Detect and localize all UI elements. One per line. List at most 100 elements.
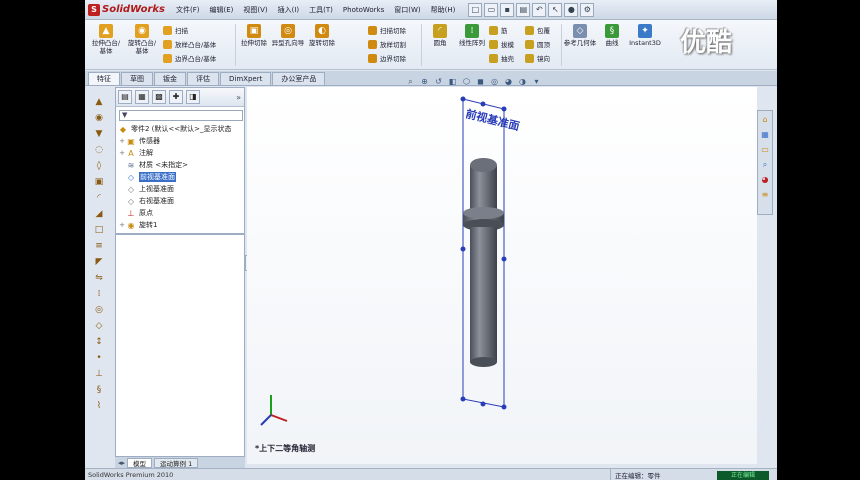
graphics-viewport[interactable]: 前视基准面 *上下二等角轴测	[247, 87, 757, 464]
tree-item-origin[interactable]: ⊥ 原点	[118, 207, 244, 219]
file-explorer-icon[interactable]: ▭	[759, 144, 771, 156]
edit-appearance-icon[interactable]: ◕	[503, 76, 514, 87]
shell-button[interactable]: 抽壳	[489, 52, 514, 64]
property-manager-tab-icon[interactable]: ▦	[135, 90, 149, 104]
undo-icon[interactable]: ↶	[532, 2, 547, 17]
rib-button[interactable]: 筋	[489, 24, 508, 36]
menu-file[interactable]: 文件(F)	[171, 0, 205, 20]
reference-geometry-button[interactable]: ◇ 参考几何体	[563, 24, 597, 47]
display-style-icon[interactable]: ◼	[475, 76, 486, 87]
sweep-button[interactable]: 扫描	[163, 24, 188, 36]
extrude-cut-button[interactable]: ▣ 拉伸切除	[237, 24, 271, 47]
tool-plane-icon[interactable]: ◇	[92, 319, 106, 333]
revolve-boss-button[interactable]: ◉ 旋转凸台/基体	[125, 24, 159, 55]
zoom-to-fit-icon[interactable]: ⌕	[405, 76, 416, 87]
extrude-boss-button[interactable]: ▲ 拉伸凸台/基体	[89, 24, 123, 55]
appearances-icon[interactable]: ◕	[759, 174, 771, 186]
dome-button[interactable]: 圆顶	[525, 38, 550, 50]
tool-draft-icon[interactable]: ◤	[92, 255, 106, 269]
tree-item-annotations[interactable]: + A 注解	[118, 147, 244, 159]
panel-expand-icon[interactable]: »	[236, 93, 241, 102]
tab-sheet-metal[interactable]: 钣金	[154, 72, 186, 85]
instant3d-button[interactable]: ✦ Instant3D	[625, 24, 665, 47]
mirror-button[interactable]: 镜向	[525, 52, 550, 64]
zoom-area-icon[interactable]: ⊕	[419, 76, 430, 87]
tool-hole-icon[interactable]: ◎	[92, 303, 106, 317]
boundary-cut-button[interactable]: 边界切除	[368, 52, 406, 64]
open-folder-icon[interactable]: ▭	[484, 2, 499, 17]
tab-sketch[interactable]: 草图	[121, 72, 153, 85]
tool-axis-icon[interactable]: ↕	[92, 335, 106, 349]
linear-pattern-button[interactable]: ⁞ 线性阵列	[455, 24, 489, 47]
tool-coordinate-icon[interactable]: ⊥	[92, 367, 106, 381]
previous-view-icon[interactable]: ↺	[433, 76, 444, 87]
tab-office-products[interactable]: 办公室产品	[272, 72, 326, 85]
draft-button[interactable]: 拔模	[489, 38, 514, 50]
curves-button[interactable]: § 曲线	[595, 24, 629, 47]
save-icon[interactable]: ▪	[500, 2, 515, 17]
view-orientation-icon[interactable]: ⬡	[461, 76, 472, 87]
tool-mirror-icon[interactable]: ⇋	[92, 271, 106, 285]
tree-item-front-plane[interactable]: ◇ 前视基准面	[118, 171, 244, 183]
expand-plus-icon[interactable]: +	[118, 149, 126, 157]
menu-photoworks[interactable]: PhotoWorks	[338, 0, 389, 20]
tool-fillet-icon[interactable]: ◜	[92, 191, 106, 205]
select-pointer-icon[interactable]: ↖	[548, 2, 563, 17]
tool-point-icon[interactable]: •	[92, 351, 106, 365]
search-icon[interactable]: ⌕	[759, 159, 771, 171]
tree-item-material[interactable]: ≋ 材质 <未指定>	[118, 159, 244, 171]
tab-motion-study[interactable]: 运动算例 1	[154, 457, 199, 468]
feature-tree-tab-icon[interactable]: ▤	[118, 90, 132, 104]
hide-show-icon[interactable]: ◎	[489, 76, 500, 87]
tab-dimxpert[interactable]: DimXpert	[220, 72, 272, 85]
menu-help[interactable]: 帮助(H)	[426, 0, 461, 20]
design-library-icon[interactable]: ▦	[759, 129, 771, 141]
tree-item-right-plane[interactable]: ◇ 右视基准面	[118, 195, 244, 207]
tool-sweep-icon[interactable]: ◌	[92, 143, 106, 157]
tab-evaluate[interactable]: 评估	[187, 72, 219, 85]
tool-cut-icon[interactable]: ▣	[92, 175, 106, 189]
display-manager-tab-icon[interactable]: ◨	[186, 90, 200, 104]
tree-item-revolve1[interactable]: + ◉ 旋转1	[118, 219, 244, 231]
menu-tools[interactable]: 工具(T)	[304, 0, 338, 20]
tool-curve-icon[interactable]: §	[92, 383, 106, 397]
tool-revolve-icon[interactable]: ◉	[92, 111, 106, 125]
tool-pattern-icon[interactable]: ⁞	[92, 287, 106, 301]
apply-scene-icon[interactable]: ◑	[517, 76, 528, 87]
tree-root-part[interactable]: ◆ 零件2 (默认<<默认>_显示状态	[118, 123, 244, 135]
panel-splitter[interactable]	[116, 233, 244, 235]
loft-boss-button[interactable]: 放样凸台/基体	[163, 38, 216, 50]
loft-cut-button[interactable]: 放样切割	[368, 38, 406, 50]
tab-model[interactable]: 模型	[127, 457, 153, 468]
fillet-button[interactable]: ◜ 圆角	[423, 24, 457, 47]
section-view-icon[interactable]: ◧	[447, 76, 458, 87]
rebuild-icon[interactable]: ●	[564, 2, 579, 17]
menu-insert[interactable]: 插入(I)	[273, 0, 305, 20]
expand-plus-icon[interactable]: +	[118, 221, 126, 229]
new-document-icon[interactable]: □	[468, 2, 483, 17]
tool-extrude-icon[interactable]: ▲	[92, 95, 106, 109]
menu-edit[interactable]: 编辑(E)	[204, 0, 238, 20]
menu-window[interactable]: 窗口(W)	[389, 0, 425, 20]
hole-wizard-button[interactable]: ◎ 异型孔向导	[271, 24, 305, 47]
print-icon[interactable]: ▤	[516, 2, 531, 17]
sweep-cut-button[interactable]: 扫描切除	[368, 24, 406, 36]
revolve-cut-button[interactable]: ◐ 旋转切除	[305, 24, 339, 47]
tool-loft-icon[interactable]: ◊	[92, 159, 106, 173]
tool-cone-icon[interactable]: ▼	[92, 127, 106, 141]
tool-spring-icon[interactable]: ⌇	[92, 399, 106, 413]
tree-filter-input[interactable]: ▼	[119, 110, 243, 121]
options-icon[interactable]: ⚙	[580, 2, 595, 17]
configuration-tab-icon[interactable]: ▩	[152, 90, 166, 104]
menu-view[interactable]: 视图(V)	[238, 0, 272, 20]
wrap-button[interactable]: 包覆	[525, 24, 550, 36]
app-logo[interactable]: S SolidWorks	[85, 0, 171, 20]
tab-scroll-icon[interactable]: ◂▸	[118, 459, 125, 467]
dimxpert-tab-icon[interactable]: ✚	[169, 90, 183, 104]
tool-chamfer-icon[interactable]: ◢	[92, 207, 106, 221]
tool-shell-icon[interactable]: □	[92, 223, 106, 237]
custom-properties-icon[interactable]: ≡	[759, 189, 771, 201]
tree-item-sensors[interactable]: + ▣ 传感器	[118, 135, 244, 147]
resources-icon[interactable]: ⌂	[759, 114, 771, 126]
tree-item-top-plane[interactable]: ◇ 上视基准面	[118, 183, 244, 195]
